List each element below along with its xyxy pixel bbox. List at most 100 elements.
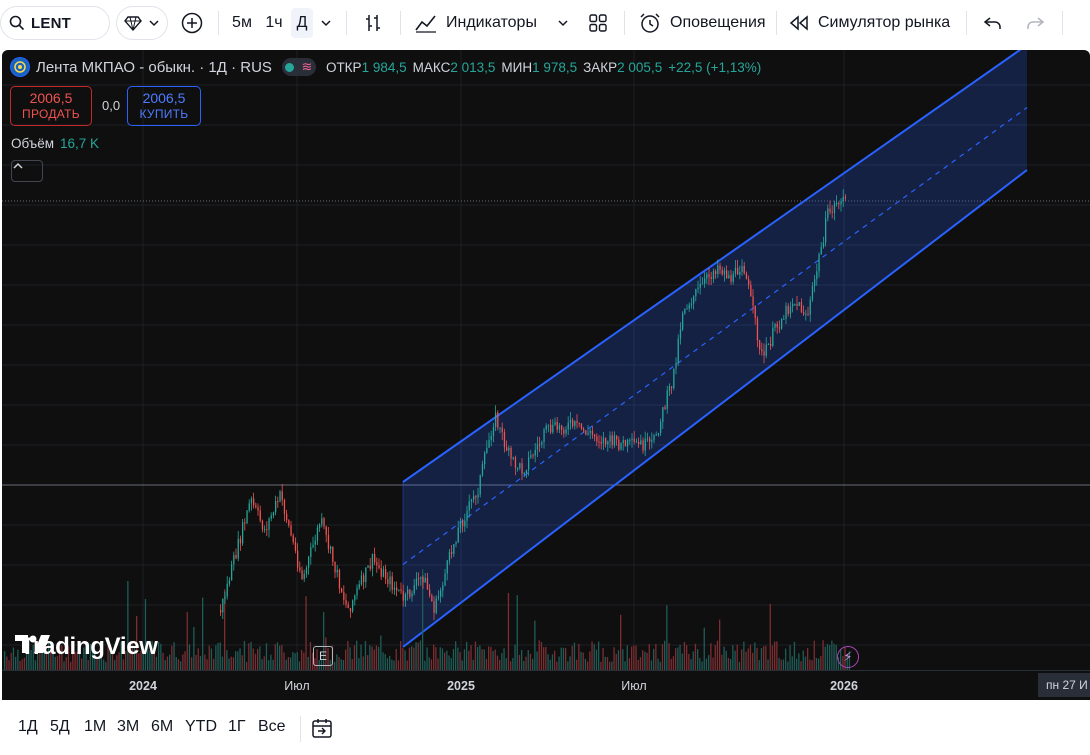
candle-body <box>765 344 767 356</box>
volume-bar <box>353 645 356 670</box>
candle-body <box>554 421 556 425</box>
volume-bar <box>384 654 386 670</box>
interval-dropdown[interactable] <box>316 8 336 38</box>
volume-bar <box>620 614 622 670</box>
candle-body <box>369 565 371 569</box>
interval-1d[interactable]: Д <box>291 8 313 38</box>
volume-bar <box>820 655 822 670</box>
volume-legend: Объём 16,7 K <box>11 136 99 151</box>
open-label: ОТКР <box>325 59 362 75</box>
earnings-badge[interactable]: E <box>313 646 333 666</box>
time-axis[interactable]: 2024 Июл 2025 Июл 2026 пн 27 И <box>2 670 1090 700</box>
candle-body <box>528 457 530 470</box>
candle-body <box>545 425 547 430</box>
volume-bar <box>778 657 780 670</box>
indicators-label: Индикаторы <box>446 14 537 31</box>
volume-bar <box>364 641 367 670</box>
volume-bar <box>648 644 650 670</box>
candle-body <box>437 596 440 598</box>
volume-bar <box>169 654 171 670</box>
indicators-button[interactable]: Индикаторы <box>414 8 544 38</box>
volume-bar <box>301 649 303 670</box>
volume-bar <box>241 655 243 670</box>
candle-body <box>398 589 400 591</box>
volume-bar <box>615 653 617 670</box>
bottom-toolbar: 1Д 5Д 1М 3М 6М YTD 1Г Все <box>0 704 1090 755</box>
volume-bar <box>800 661 802 670</box>
layouts-button[interactable] <box>584 8 612 38</box>
volume-bar <box>602 648 604 670</box>
volume-bar <box>171 645 173 670</box>
volume-bar <box>708 655 710 670</box>
candle-body <box>756 318 759 341</box>
volume-bar <box>683 642 686 670</box>
volume-bar <box>510 661 512 670</box>
volume-bar <box>494 649 496 670</box>
collapse-legend-button[interactable] <box>11 160 43 182</box>
volume-bar <box>578 643 580 670</box>
candle-body <box>701 283 704 285</box>
lightning-icon[interactable]: ⚡ <box>837 646 859 668</box>
candle-body <box>385 569 387 580</box>
candle-body <box>308 556 310 568</box>
volume-bar <box>628 658 631 670</box>
candle-body <box>303 573 305 580</box>
range-1y[interactable]: 1Г <box>228 718 246 736</box>
redo-button[interactable] <box>1020 8 1050 38</box>
goto-date-button[interactable] <box>310 716 334 745</box>
candle-body <box>613 435 616 446</box>
candle-body <box>651 440 653 442</box>
range-6m[interactable]: 6М <box>151 718 173 736</box>
replay-button[interactable]: Симулятор рынка <box>788 8 956 38</box>
range-1m[interactable]: 1М <box>84 718 106 736</box>
candle-body <box>286 513 288 521</box>
interval-5m[interactable]: 5м <box>226 8 258 38</box>
volume-bar <box>763 646 765 670</box>
range-1d[interactable]: 1Д <box>18 718 38 736</box>
undo-button[interactable] <box>978 8 1008 38</box>
volume-bar <box>692 651 694 670</box>
candle-body <box>314 540 316 545</box>
price-chart-canvas[interactable] <box>2 50 1090 670</box>
volume-bar <box>457 647 459 670</box>
candle-body <box>299 567 301 571</box>
volume-bar <box>551 654 554 670</box>
volume-bar <box>659 661 661 670</box>
candle-body <box>400 589 402 591</box>
chart-type-button[interactable] <box>358 8 388 38</box>
range-5d[interactable]: 5Д <box>50 718 70 736</box>
volume-bar <box>180 661 182 670</box>
range-3m[interactable]: 3М <box>117 718 139 736</box>
candle-body <box>585 430 587 435</box>
candle-body <box>228 580 231 584</box>
sell-button[interactable]: 2006,5 ПРОДАТЬ <box>10 86 92 126</box>
candle-body <box>407 589 409 594</box>
interval-1h[interactable]: 1ч <box>260 8 288 38</box>
market-status-toggle[interactable]: ≋ <box>281 58 316 76</box>
range-ytd[interactable]: YTD <box>185 718 217 736</box>
candle-body <box>631 438 633 440</box>
compare-add-button[interactable] <box>176 8 208 38</box>
candle-body <box>721 269 723 275</box>
candle-body <box>466 510 468 521</box>
range-all[interactable]: Все <box>258 718 286 736</box>
buy-button[interactable]: 2006,5 КУПИТЬ <box>127 86 201 126</box>
volume-bar <box>490 646 492 670</box>
candle-body <box>433 601 435 613</box>
volume-bar <box>582 652 584 670</box>
volume-bar <box>204 654 206 670</box>
diamond-menu-button[interactable] <box>116 6 168 40</box>
symbol-search[interactable]: LENT <box>0 6 110 40</box>
volume-bar <box>545 647 547 670</box>
candle-body <box>781 319 783 329</box>
indicators-dropdown[interactable] <box>552 8 574 38</box>
volume-bar <box>518 655 521 670</box>
chart-pane[interactable]: Лента МКПАО - обыкн. · 1Д · RUS ≋ ОТКР1 … <box>2 50 1090 700</box>
alerts-button[interactable]: Оповещения <box>638 8 770 38</box>
buy-price: 2006,5 <box>142 90 186 106</box>
volume-bar <box>809 659 811 670</box>
symbol-title[interactable]: Лента МКПАО - обыкн. · 1Д · RUS <box>36 59 272 76</box>
candle-body <box>514 457 517 468</box>
volume-bar <box>417 642 419 670</box>
candle-body <box>550 424 552 433</box>
